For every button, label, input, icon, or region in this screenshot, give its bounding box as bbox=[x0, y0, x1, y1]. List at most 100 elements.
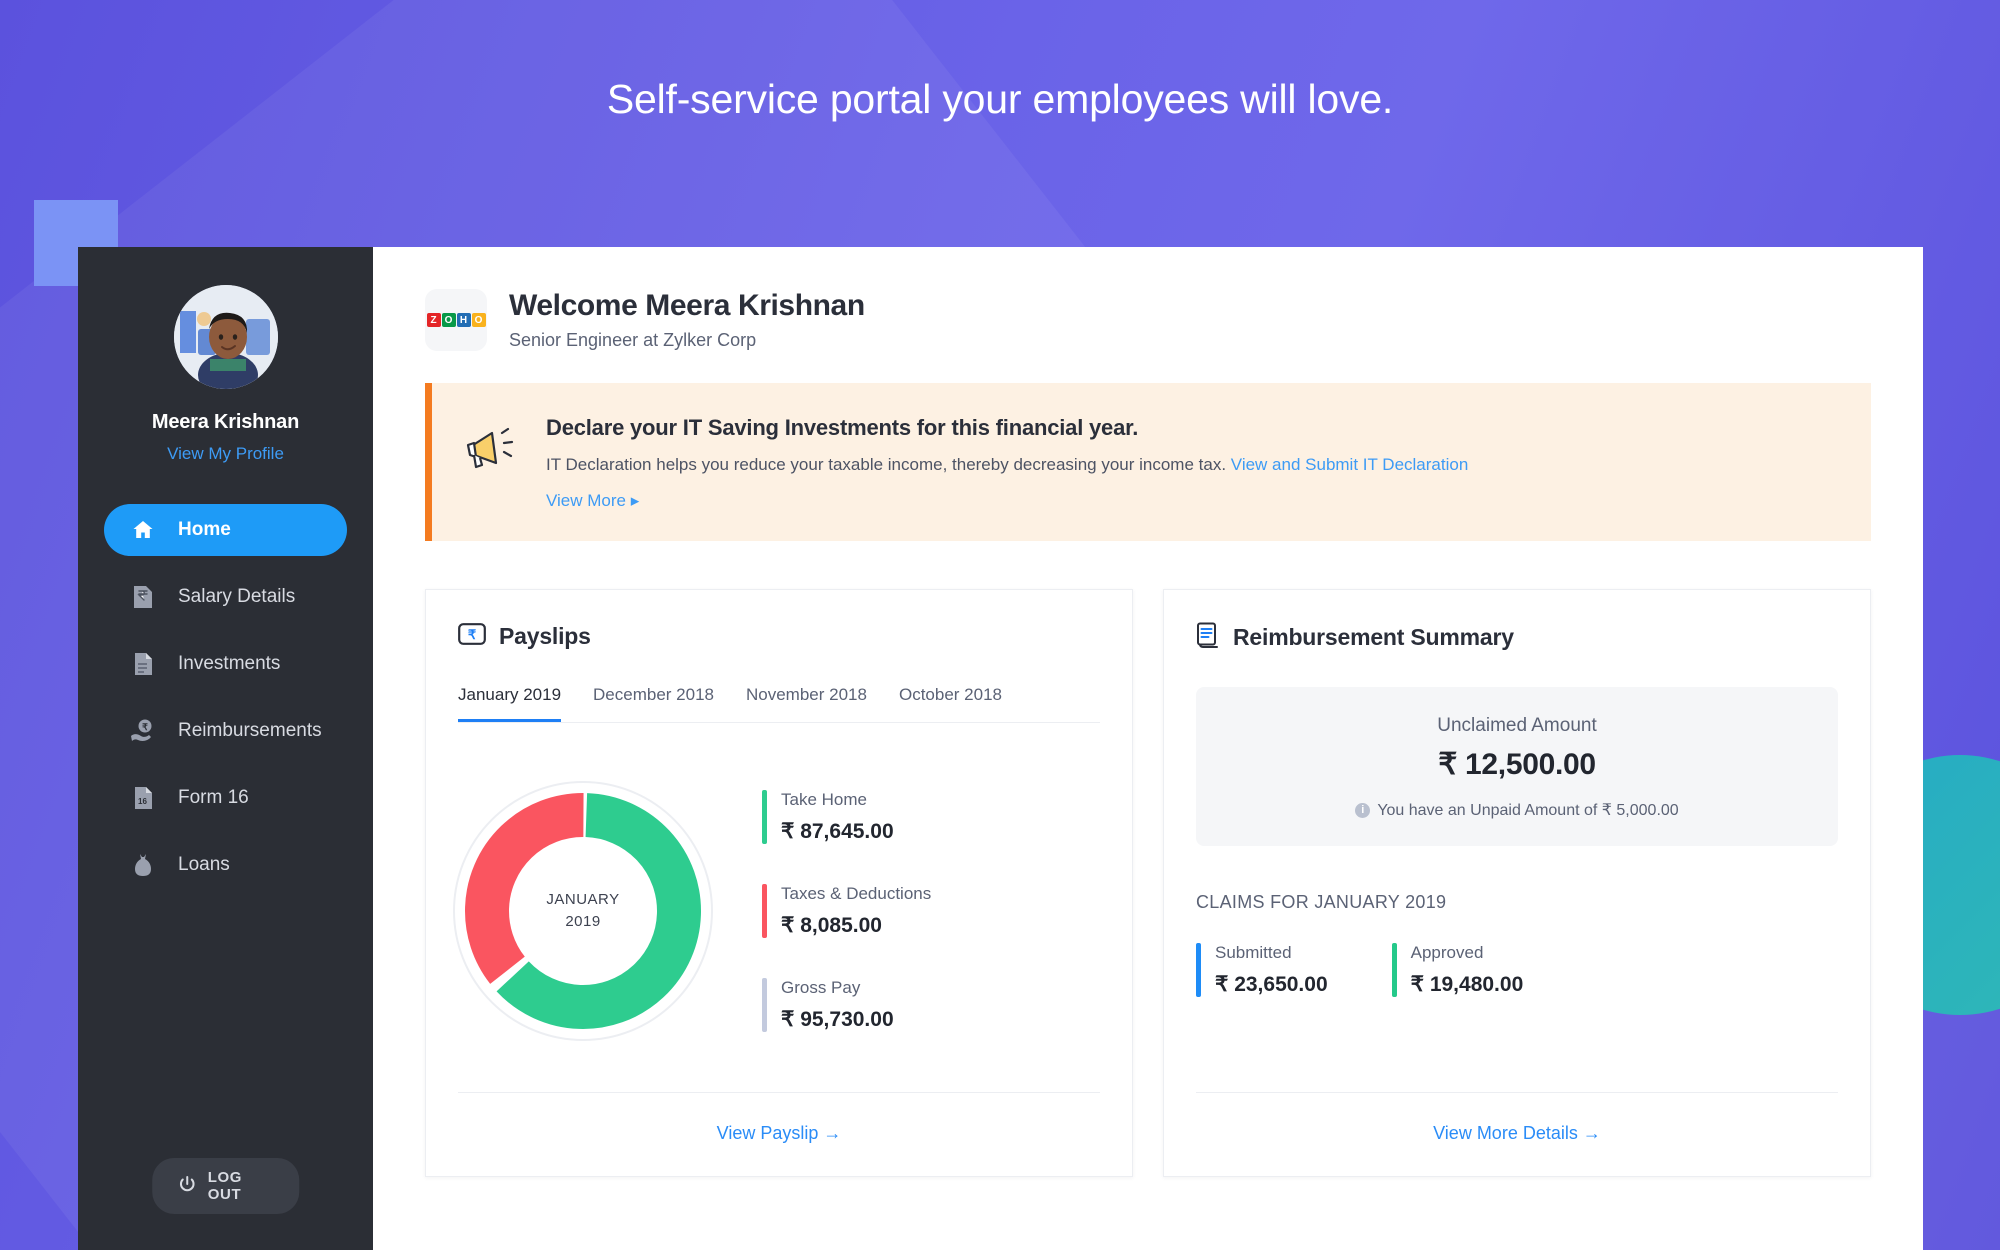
reimbursement-body: Unclaimed Amount ₹ 12,500.00 i You have … bbox=[1164, 653, 1870, 1064]
sidebar-item-loans[interactable]: Loans bbox=[104, 839, 347, 891]
zoho-logo-letters: Z O H O bbox=[426, 313, 486, 327]
tab-december-2018[interactable]: December 2018 bbox=[593, 685, 714, 722]
unpaid-amount-note: i You have an Unpaid Amount of ₹ 5,000.0… bbox=[1216, 800, 1818, 820]
unclaimed-amount-box: Unclaimed Amount ₹ 12,500.00 i You have … bbox=[1196, 687, 1838, 846]
view-more-details-link[interactable]: View More Details → bbox=[1433, 1123, 1601, 1143]
view-more-label: View More bbox=[546, 491, 626, 510]
payslips-card-footer: View Payslip → bbox=[458, 1092, 1100, 1176]
tab-october-2018[interactable]: October 2018 bbox=[899, 685, 1002, 722]
megaphone-icon bbox=[462, 423, 518, 480]
document-icon bbox=[130, 651, 156, 677]
logout-label: LOG OUT bbox=[207, 1169, 243, 1203]
reimbursement-card-header: Reimbursement Summary bbox=[1164, 590, 1870, 653]
unclaimed-amount-value: ₹ 12,500.00 bbox=[1438, 748, 1596, 781]
sidebar-item-home[interactable]: Home bbox=[104, 504, 347, 556]
view-payslip-link[interactable]: View Payslip → bbox=[717, 1123, 842, 1143]
banner-body: Declare your IT Saving Investments for t… bbox=[546, 413, 1468, 511]
reimbursement-card: Reimbursement Summary Unclaimed Amount ₹… bbox=[1163, 589, 1871, 1177]
reimbursement-card-footer: View More Details → bbox=[1196, 1092, 1838, 1176]
claim-label: Submitted bbox=[1215, 943, 1292, 962]
chevron-right-icon: ▸ bbox=[626, 491, 640, 510]
reimbursement-doc-icon bbox=[1196, 622, 1220, 653]
svg-text:₹: ₹ bbox=[468, 627, 477, 642]
zoho-logo: Z O H O bbox=[425, 289, 487, 351]
welcome-header: Z O H O Welcome Meera Krishnan Senior En… bbox=[425, 289, 1871, 351]
legend-value: ₹ 8,085.00 bbox=[781, 913, 882, 937]
logout-button[interactable]: LOG OUT bbox=[151, 1158, 300, 1214]
avatar-illustration bbox=[173, 285, 278, 389]
zoho-letter-o1: O bbox=[441, 313, 456, 327]
sidebar-item-label: Form 16 bbox=[178, 787, 249, 808]
banner-view-more-link[interactable]: View More ▸ bbox=[546, 491, 1468, 511]
it-declaration-link[interactable]: View and Submit IT Declaration bbox=[1231, 455, 1469, 474]
banner-text-row: IT Declaration helps you reduce your tax… bbox=[546, 455, 1468, 475]
zoho-letter-h: H bbox=[456, 313, 471, 327]
it-declaration-banner: Declare your IT Saving Investments for t… bbox=[425, 383, 1871, 541]
claim-submitted: Submitted ₹ 23,650.00 bbox=[1196, 943, 1328, 997]
legend-text-block: Taxes & Deductions ₹ 8,085.00 bbox=[781, 884, 931, 938]
page-background: Self-service portal your employees will … bbox=[0, 0, 2000, 1250]
legend-label: Take Home bbox=[781, 789, 867, 809]
reimbursement-card-title: Reimbursement Summary bbox=[1233, 624, 1514, 650]
welcome-text-block: Welcome Meera Krishnan Senior Engineer a… bbox=[509, 289, 865, 351]
page-title: Welcome Meera Krishnan bbox=[509, 289, 865, 322]
legend-color-swatch bbox=[762, 789, 767, 844]
money-bag-icon bbox=[130, 852, 156, 878]
sidebar-nav: Home Salary Details Investments ₹ Reimbu… bbox=[78, 504, 373, 891]
sidebar-item-investments[interactable]: Investments bbox=[104, 638, 347, 690]
avatar[interactable] bbox=[173, 285, 278, 389]
form16-document-icon: 16 bbox=[130, 785, 156, 811]
view-my-profile-link[interactable]: View My Profile bbox=[78, 444, 373, 464]
claims-section-title: CLAIMS FOR JANUARY 2019 bbox=[1196, 892, 1447, 912]
payslips-card-header: ₹ Payslips bbox=[426, 590, 1132, 651]
claim-value: ₹ 19,480.00 bbox=[1410, 973, 1524, 996]
home-icon bbox=[130, 517, 156, 543]
tab-january-2019[interactable]: January 2019 bbox=[458, 685, 562, 722]
tab-november-2018[interactable]: November 2018 bbox=[746, 685, 867, 722]
sidebar-item-form-16[interactable]: 16 Form 16 bbox=[104, 772, 347, 824]
sidebar-item-label: Salary Details bbox=[178, 586, 296, 607]
payslips-card-title: Payslips bbox=[499, 623, 591, 649]
zoho-letter-o2: O bbox=[471, 313, 486, 327]
legend-value: ₹ 87,645.00 bbox=[781, 819, 894, 843]
legend-item-taxes-deductions: Taxes & Deductions ₹ 8,085.00 bbox=[762, 883, 931, 938]
power-icon bbox=[178, 1175, 196, 1197]
legend-color-swatch bbox=[762, 883, 767, 938]
payslips-body: JANUARY 2019 Take Home ₹ 87,645.00 Taxes… bbox=[426, 723, 1132, 1064]
sidebar: Meera Krishnan View My Profile Home Sala… bbox=[78, 247, 373, 1250]
page-headline: Self-service portal your employees will … bbox=[606, 76, 1394, 122]
sidebar-item-label: Reimbursements bbox=[178, 720, 322, 741]
sidebar-user-name: Meera Krishnan bbox=[151, 411, 300, 433]
page-subtitle: Senior Engineer at Zylker Corp bbox=[509, 330, 757, 350]
legend-text-block: Take Home ₹ 87,645.00 bbox=[781, 790, 894, 844]
legend-text-block: Gross Pay ₹ 95,730.00 bbox=[781, 978, 894, 1032]
avatar-wrapper bbox=[78, 285, 373, 389]
rupee-note-icon: ₹ bbox=[458, 622, 486, 651]
donut-center-label: JANUARY 2019 bbox=[448, 776, 718, 1046]
hand-rupee-icon: ₹ bbox=[130, 718, 156, 744]
claim-color-swatch bbox=[1391, 943, 1397, 997]
payslip-donut-chart: JANUARY 2019 bbox=[448, 776, 718, 1046]
legend-color-swatch bbox=[762, 977, 767, 1032]
donut-center-year: 2019 bbox=[565, 912, 601, 930]
main-content: Z O H O Welcome Meera Krishnan Senior En… bbox=[373, 247, 1923, 1250]
payslips-card: ₹ Payslips January 2019 December 2018 No… bbox=[425, 589, 1133, 1177]
dashboard-cards: ₹ Payslips January 2019 December 2018 No… bbox=[425, 589, 1871, 1177]
claim-color-swatch bbox=[1196, 943, 1201, 997]
sidebar-item-reimbursements[interactable]: ₹ Reimbursements bbox=[104, 705, 347, 757]
sidebar-item-label: Investments bbox=[178, 653, 281, 674]
svg-text:₹: ₹ bbox=[142, 722, 148, 732]
payslip-legend: Take Home ₹ 87,645.00 Taxes & Deductions… bbox=[762, 789, 931, 1032]
claim-text-block: Submitted ₹ 23,650.00 bbox=[1215, 943, 1328, 997]
sidebar-item-label: Loans bbox=[178, 854, 230, 875]
salary-document-icon bbox=[130, 584, 156, 610]
claims-row: Submitted ₹ 23,650.00 Approved ₹ 19,480.… bbox=[1196, 943, 1838, 997]
claim-text-block: Approved ₹ 19,480.00 bbox=[1411, 943, 1524, 997]
banner-description: IT Declaration helps you reduce your tax… bbox=[546, 455, 1227, 474]
payslips-month-tabs: January 2019 December 2018 November 2018… bbox=[458, 685, 1100, 723]
sidebar-item-label: Home bbox=[178, 519, 231, 540]
claim-approved: Approved ₹ 19,480.00 bbox=[1391, 943, 1524, 997]
sidebar-item-salary-details[interactable]: Salary Details bbox=[104, 571, 347, 623]
legend-item-take-home: Take Home ₹ 87,645.00 bbox=[762, 789, 931, 844]
claim-value: ₹ 23,650.00 bbox=[1215, 973, 1328, 996]
